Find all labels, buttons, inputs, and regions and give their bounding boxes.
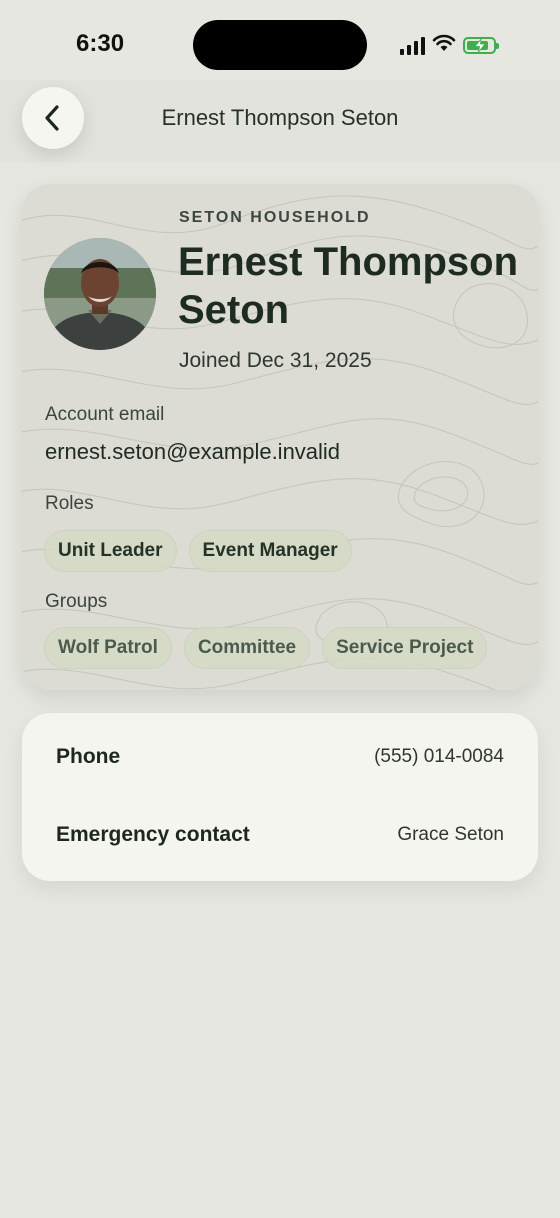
roles-list: Unit Leader Event Manager (44, 530, 352, 572)
wifi-icon (432, 34, 456, 57)
groups-label: Groups (45, 591, 108, 612)
roles-label: Roles (45, 493, 94, 514)
profile-card: SETON HOUSEHOLD Ernest Thompson Seton Jo… (22, 184, 538, 690)
status-icons (400, 34, 499, 57)
status-time: 6:30 (76, 30, 125, 57)
avatar (44, 238, 156, 350)
account-email[interactable]: ernest.seton@example.invalid (45, 439, 340, 465)
household-label: SETON HOUSEHOLD (179, 209, 371, 226)
group-chip: Wolf Patrol (44, 627, 172, 669)
groups-list: Wolf Patrol Committee Service Project (44, 627, 488, 669)
phone-row[interactable]: Phone (555) 014-0084 (56, 745, 504, 769)
role-chip: Unit Leader (44, 530, 177, 572)
contact-details-card: Phone (555) 014-0084 Emergency contact G… (22, 713, 538, 881)
phone-value[interactable]: (555) 014-0084 (374, 746, 504, 768)
profile-name: Ernest Thompson Seton (178, 240, 519, 332)
role-chip: Event Manager (188, 530, 352, 572)
navigation-header: Ernest Thompson Seton (0, 80, 560, 162)
status-bar: 6:30 (0, 0, 560, 92)
group-chip: Service Project (322, 627, 488, 669)
emergency-contact-label: Emergency contact (56, 823, 250, 846)
phone-label: Phone (56, 745, 121, 768)
dynamic-island (193, 20, 367, 70)
emergency-contact-row[interactable]: Emergency contact Grace Seton (56, 823, 504, 847)
email-label: Account email (45, 404, 165, 425)
signal-icon (400, 36, 425, 55)
emergency-contact-value[interactable]: Grace Seton (397, 824, 504, 846)
joined-date: Joined Dec 31, 2025 (179, 349, 372, 372)
battery-charging-icon (463, 37, 499, 54)
header-title: Ernest Thompson Seton (161, 105, 399, 130)
group-chip: Committee (183, 627, 311, 669)
profile-screen: 6:30 Ernest Thompson Seton SETON HOUSEHO… (0, 0, 560, 1218)
